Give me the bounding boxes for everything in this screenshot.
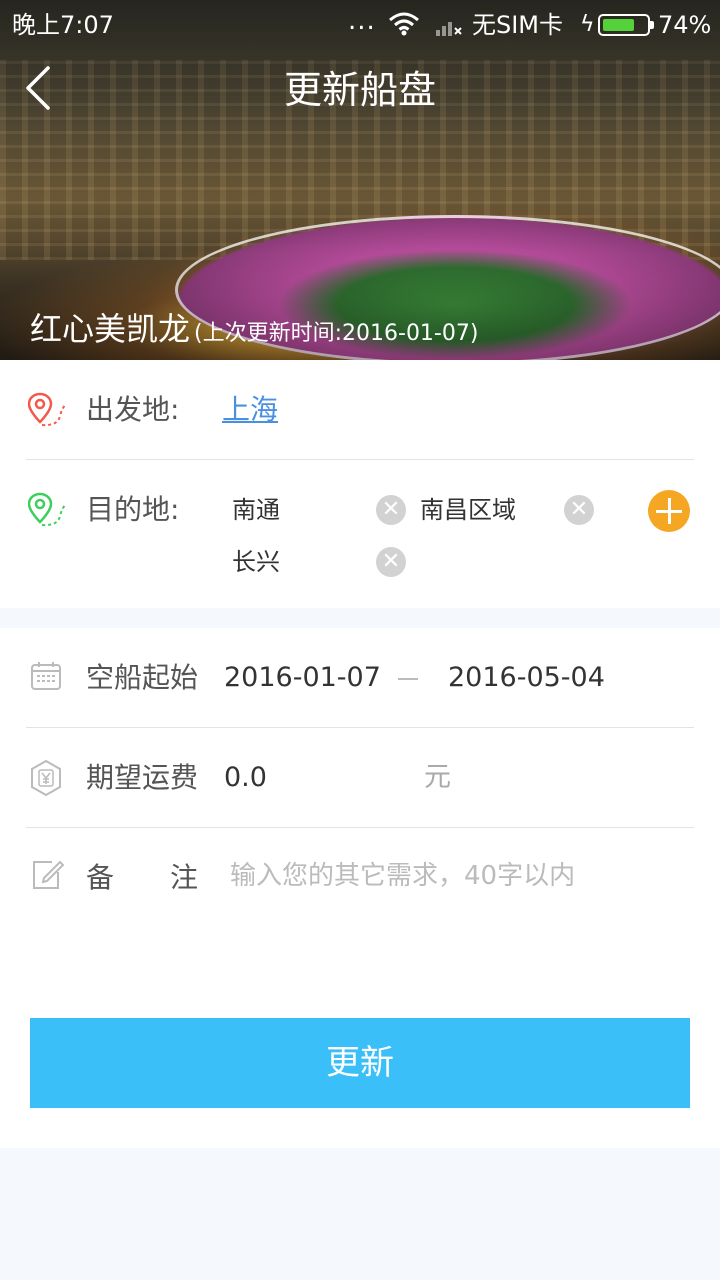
destination-name: 长兴 [232, 548, 280, 576]
origin-row: 出发地: 上海 [0, 360, 720, 460]
start-date-picker[interactable]: 2016-01-07 [224, 658, 381, 698]
origin-label: 出发地: [86, 393, 180, 426]
location-pin-green-icon [28, 492, 67, 527]
freight-row: 期望运费 0.0 元 [0, 728, 720, 828]
empty-start-label: 空船起始 [86, 661, 199, 694]
ship-name: 红心美凯龙 [30, 310, 191, 348]
freight-label: 期望运费 [86, 761, 199, 794]
update-button[interactable]: 更新 [30, 1018, 690, 1108]
status-dots: ... [348, 6, 376, 36]
remark-label-first: 备 [86, 861, 115, 894]
status-bar: 晚上7:07 ... 无SIM卡 ϟ 74% [0, 0, 720, 50]
details-form: 空船起始 2016-01-07 2016-05-04 期望运费 0.0 元 备 … [0, 628, 720, 1148]
remove-destination-icon[interactable]: ✕ [376, 495, 406, 525]
destination-label: 目的地: [86, 493, 180, 526]
battery-icon [598, 14, 654, 36]
carrier-text: 无SIM卡 [472, 11, 564, 39]
destination-name: 南通 [232, 496, 280, 524]
remove-destination-icon[interactable]: ✕ [564, 495, 594, 525]
end-date-picker[interactable]: 2016-05-04 [448, 658, 605, 698]
battery-percent: 74% [658, 11, 712, 39]
header-banner: 晚上7:07 ... 无SIM卡 ϟ 74% 更新船盘 红心美凯龙 (上次更新时间… [0, 0, 720, 360]
remove-destination-icon[interactable]: ✕ [376, 547, 406, 577]
freight-unit: 元 [424, 762, 451, 793]
edit-pencil-icon [33, 860, 64, 889]
ship-info: 红心美凯龙 (上次更新时间:2016-01-07) [30, 306, 478, 352]
destination-tag: 南昌区域 ✕ [420, 490, 594, 530]
wifi-icon [389, 12, 419, 36]
last-update-time: (上次更新时间:2016-01-07) [194, 321, 479, 346]
remark-label-second: 注 [170, 861, 199, 894]
status-time: 晚上7:07 [12, 11, 114, 39]
page-title: 更新船盘 [283, 68, 436, 112]
freight-input[interactable]: 0.0 [224, 758, 414, 798]
charging-icon: ϟ [580, 12, 595, 37]
date-range-separator [398, 678, 418, 680]
location-pin-red-icon [28, 392, 67, 427]
destination-tag: 南通 ✕ [232, 490, 406, 530]
remark-row: 备 注 输入您的其它需求，40字以内 [0, 828, 720, 928]
route-card: 出发地: 上海 目的地: 南通 ✕ 南昌区域 ✕ 长兴 ✕ [0, 360, 720, 608]
origin-port-link[interactable]: 上海 [222, 390, 278, 430]
remark-input[interactable]: 输入您的其它需求，40字以内 [230, 856, 690, 896]
destination-row: 目的地: 南通 ✕ 南昌区域 ✕ 长兴 ✕ [0, 460, 720, 608]
destination-tag: 长兴 ✕ [232, 542, 406, 582]
calendar-icon [31, 662, 61, 690]
signal-icon [436, 22, 462, 36]
add-destination-plus-icon[interactable] [648, 490, 690, 532]
empty-date-row: 空船起始 2016-01-07 2016-05-04 [0, 628, 720, 728]
yuan-shield-icon [31, 760, 61, 796]
destination-name: 南昌区域 [420, 496, 516, 524]
